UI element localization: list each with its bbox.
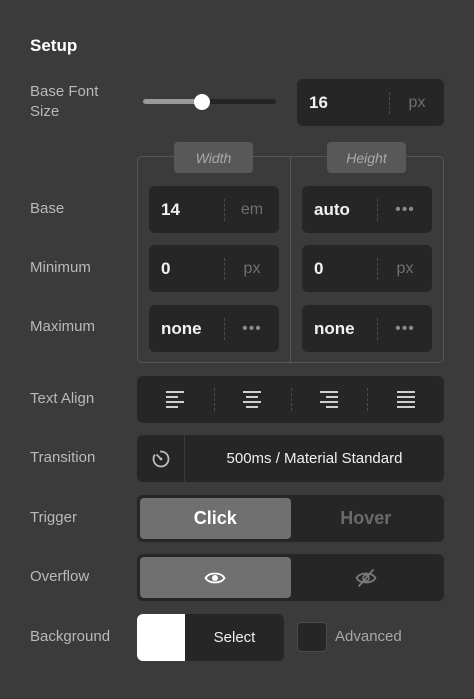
overflow-hidden-option[interactable]	[291, 557, 442, 598]
min-width-value: 0	[161, 258, 171, 278]
base-font-size-value: 16	[309, 92, 328, 112]
transition-label: Transition	[30, 449, 96, 466]
width-header: Width	[174, 142, 253, 173]
background-select-label: Select	[213, 629, 256, 646]
dimension-row-label-minimum: Minimum	[30, 259, 91, 276]
trigger-label: Trigger	[30, 509, 77, 526]
align-left-button[interactable]	[137, 376, 214, 423]
base-font-size-unit[interactable]: px	[390, 94, 444, 112]
text-align-label: Text Align	[30, 390, 95, 407]
eye-off-icon	[355, 568, 377, 587]
advanced-label: Advanced	[335, 628, 402, 645]
eye-icon	[204, 572, 226, 583]
background-color-swatch[interactable]	[137, 614, 185, 661]
timer-icon	[152, 450, 169, 467]
align-justify-icon	[396, 391, 415, 408]
transition-timer-button[interactable]	[137, 435, 185, 482]
advanced-checkbox[interactable]	[297, 622, 327, 652]
max-width-more-icon[interactable]: •••	[225, 320, 279, 338]
base-width-value: 14	[161, 199, 180, 219]
base-height-value: auto	[314, 199, 350, 219]
base-font-size-field[interactable]: 16 px	[297, 79, 444, 126]
trigger-click-label: Click	[193, 508, 237, 528]
align-right-icon	[319, 391, 338, 408]
dimensions-divider	[290, 156, 291, 363]
base-font-size-label: Base Font Size	[30, 83, 99, 120]
max-height-more-icon[interactable]: •••	[378, 320, 432, 338]
align-right-button[interactable]	[290, 376, 368, 423]
text-align-group	[137, 376, 444, 423]
dimension-row-label-maximum: Maximum	[30, 318, 96, 335]
trigger-hover-option[interactable]: Hover	[291, 498, 442, 539]
align-center-button[interactable]	[213, 376, 291, 423]
trigger-click-option[interactable]: Click	[140, 498, 291, 539]
max-height-value: none	[314, 318, 355, 338]
min-width-field[interactable]: 0 px	[149, 245, 279, 292]
align-justify-button[interactable]	[367, 376, 444, 423]
height-header: Height	[327, 142, 406, 173]
min-width-unit[interactable]: px	[225, 260, 279, 278]
font-size-slider-thumb[interactable]	[194, 94, 210, 110]
align-left-icon	[166, 391, 185, 408]
overflow-visible-option[interactable]	[140, 557, 291, 598]
trigger-hover-label: Hover	[340, 508, 392, 528]
section-title: Setup	[30, 36, 78, 55]
overflow-toggle	[137, 554, 444, 601]
trigger-toggle: Click Hover	[137, 495, 444, 542]
min-height-value: 0	[314, 258, 324, 278]
max-height-field[interactable]: none •••	[302, 305, 432, 352]
base-width-field[interactable]: 14 em	[149, 186, 279, 233]
transition-field[interactable]: 500ms / Material Standard	[137, 435, 444, 482]
background-select[interactable]: Select	[137, 614, 284, 661]
dimension-row-label-base: Base	[30, 200, 65, 217]
min-height-unit[interactable]: px	[378, 260, 432, 278]
base-width-unit[interactable]: em	[225, 201, 279, 219]
overflow-label: Overflow	[30, 568, 90, 585]
transition-value: 500ms / Material Standard	[226, 450, 403, 467]
max-width-field[interactable]: none •••	[149, 305, 279, 352]
min-height-field[interactable]: 0 px	[302, 245, 432, 292]
base-height-more-icon[interactable]: •••	[378, 201, 432, 219]
align-center-icon	[243, 391, 262, 408]
max-width-value: none	[161, 318, 202, 338]
background-label: Background	[30, 628, 111, 645]
base-height-field[interactable]: auto •••	[302, 186, 432, 233]
